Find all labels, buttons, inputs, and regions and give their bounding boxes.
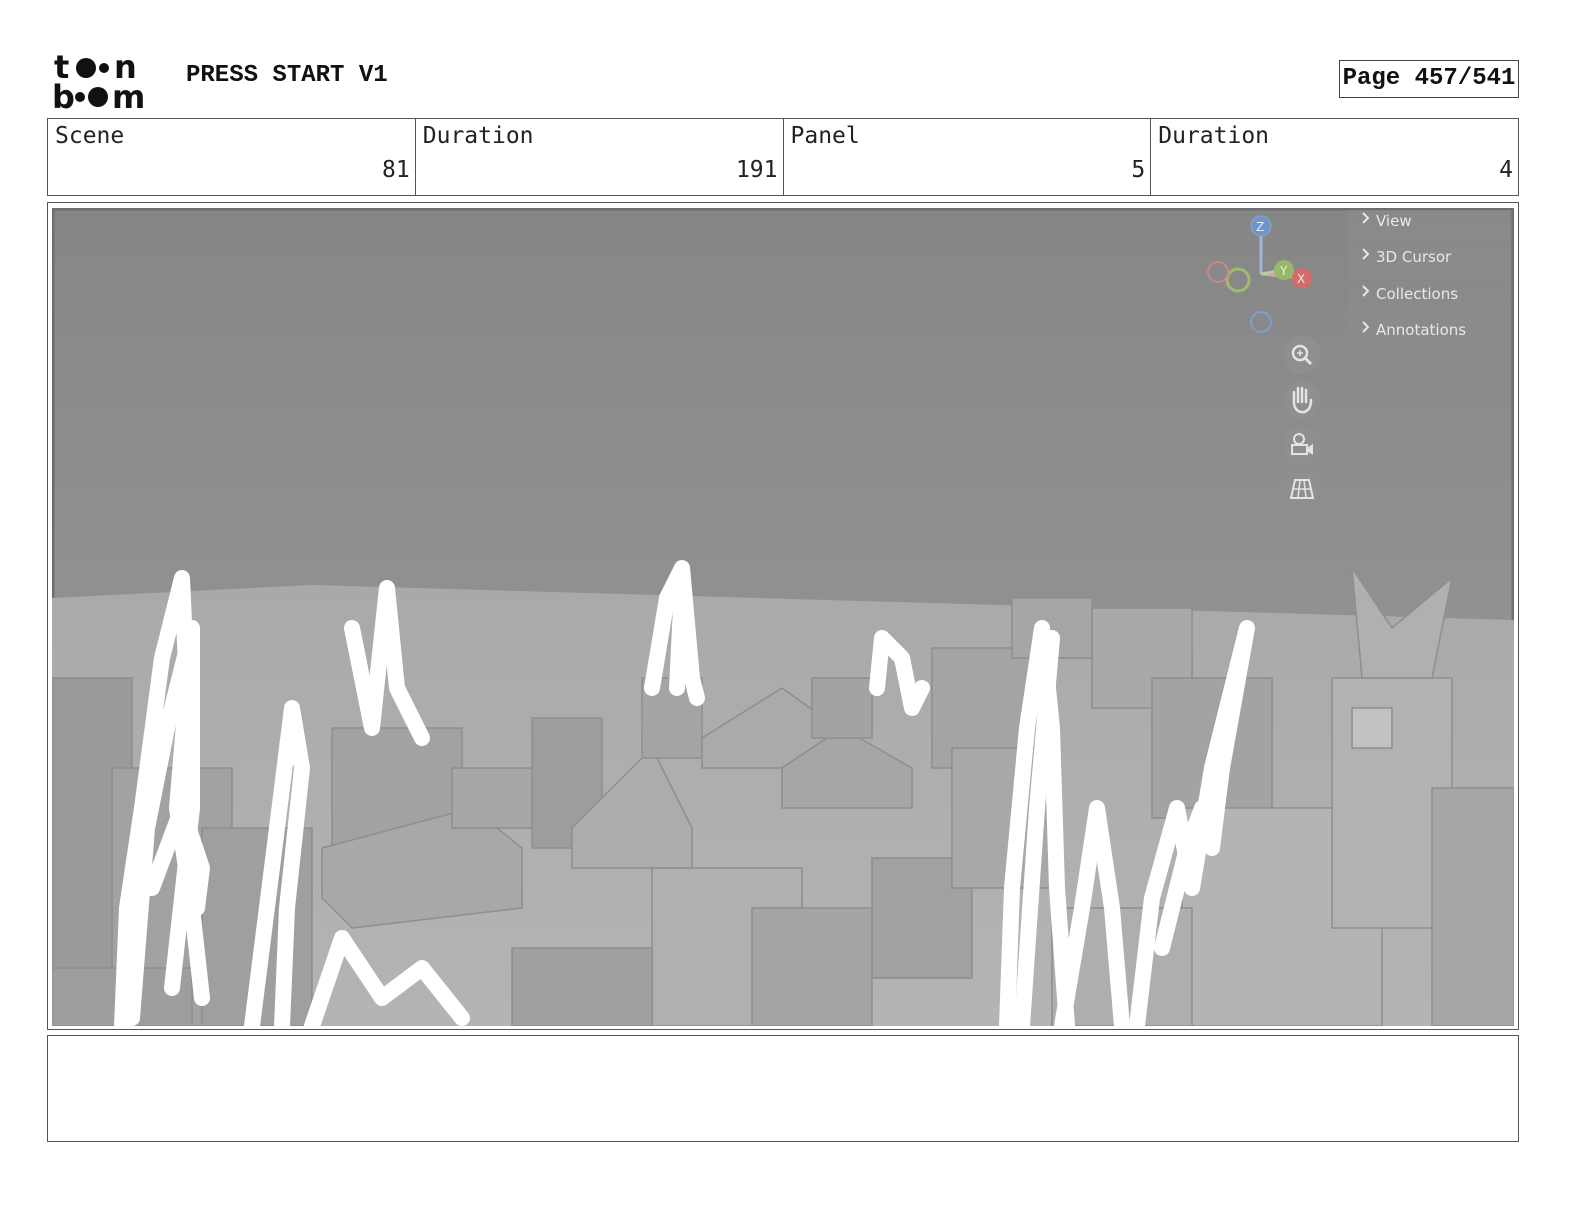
panel-drawing: Z Y X View 3D Cursor Collections Annotat… [52,208,1514,1026]
scene-duration-cell: Duration 191 [416,119,784,195]
menu-annotations-label: Annotations [1376,321,1466,339]
menu-collections[interactable]: Collections [1362,285,1458,303]
svg-text:b: b [52,78,75,112]
menu-3d-cursor[interactable]: 3D Cursor [1362,248,1452,266]
panel-duration-value: 4 [1499,157,1513,183]
gizmo-z-label: Z [1256,220,1264,234]
page-number: Page 457/541 [1339,60,1519,98]
document-title: PRESS START V1 [186,62,388,89]
menu-collections-label: Collections [1376,285,1458,303]
svg-text:m: m [112,78,145,112]
panel-label: Panel [790,123,860,149]
menu-annotations[interactable]: Annotations [1362,321,1466,339]
scene-duration-value: 191 [735,157,778,183]
camera-icon[interactable] [1283,426,1321,464]
panel-cell: Panel 5 [784,119,1152,195]
scene-cell: Scene 81 [48,119,416,195]
hand-pan-icon[interactable] [1283,381,1321,419]
grid-perspective-icon[interactable] [1283,470,1321,508]
scene-value: 81 [382,157,410,183]
storyboard-panel: Z Y X View 3D Cursor Collections Annotat… [47,202,1519,1030]
zoom-icon[interactable] [1283,336,1321,374]
toonboom-logo: t n b m [52,50,145,112]
panel-duration-label: Duration [1158,123,1270,149]
panel-notes-box [47,1035,1519,1142]
scene-info-table: Scene 81 Duration 191 Panel 5 Duration 4 [47,118,1519,196]
panel-duration-cell: Duration 4 [1151,119,1518,195]
gizmo-y-label: Y [1279,264,1288,278]
scene-duration-label: Duration [422,123,534,149]
gizmo-x-label: X [1297,272,1305,286]
menu-3d-cursor-label: 3D Cursor [1376,248,1452,266]
menu-view-label: View [1376,212,1412,230]
scene-label: Scene [55,123,125,149]
panel-value: 5 [1131,157,1146,183]
